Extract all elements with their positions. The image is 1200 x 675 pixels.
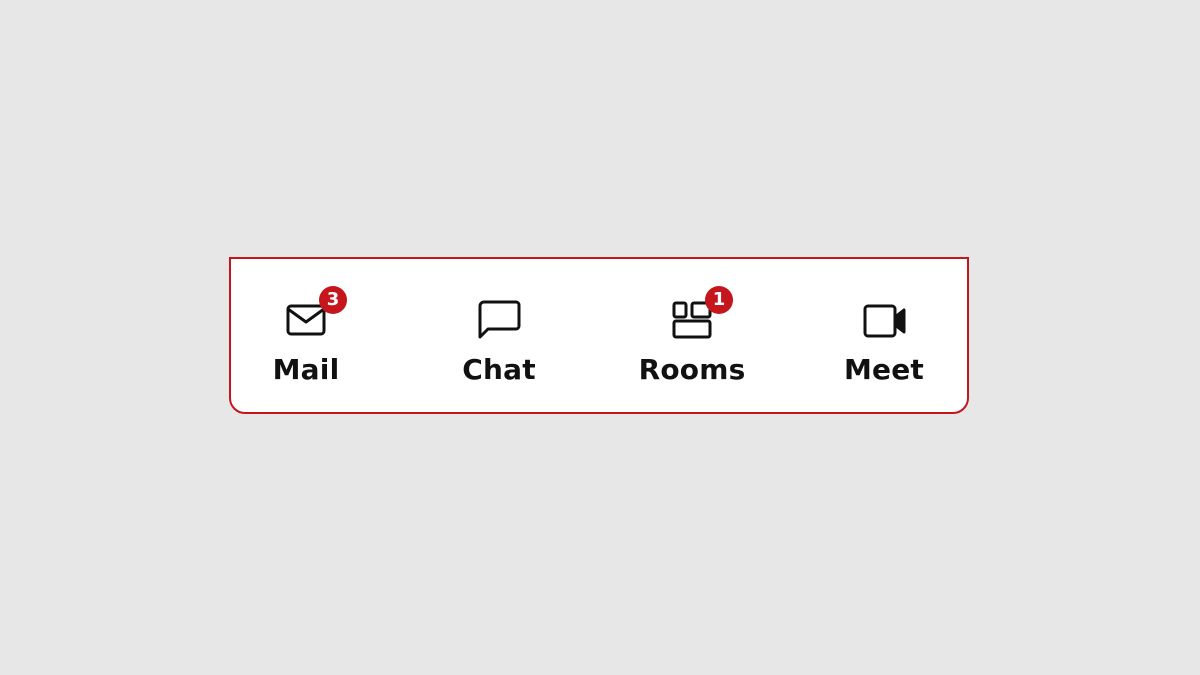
bottom-navigation-bar: 3 Mail Chat 1 Rooms Meet xyxy=(229,257,969,414)
nav-item-label: Rooms xyxy=(638,353,746,386)
video-camera-icon xyxy=(860,297,908,345)
nav-item-label: Chat xyxy=(462,353,536,386)
mail-unread-badge: 3 xyxy=(319,286,347,314)
nav-item-meet[interactable]: Meet xyxy=(789,259,979,412)
nav-item-mail[interactable]: 3 Mail xyxy=(211,259,401,412)
rooms-unread-badge: 1 xyxy=(705,286,733,314)
nav-item-label: Mail xyxy=(272,353,340,386)
nav-item-label: Meet xyxy=(843,353,925,386)
nav-item-rooms[interactable]: 1 Rooms xyxy=(597,259,787,412)
chat-icon xyxy=(475,297,523,345)
nav-item-chat[interactable]: Chat xyxy=(404,259,594,412)
